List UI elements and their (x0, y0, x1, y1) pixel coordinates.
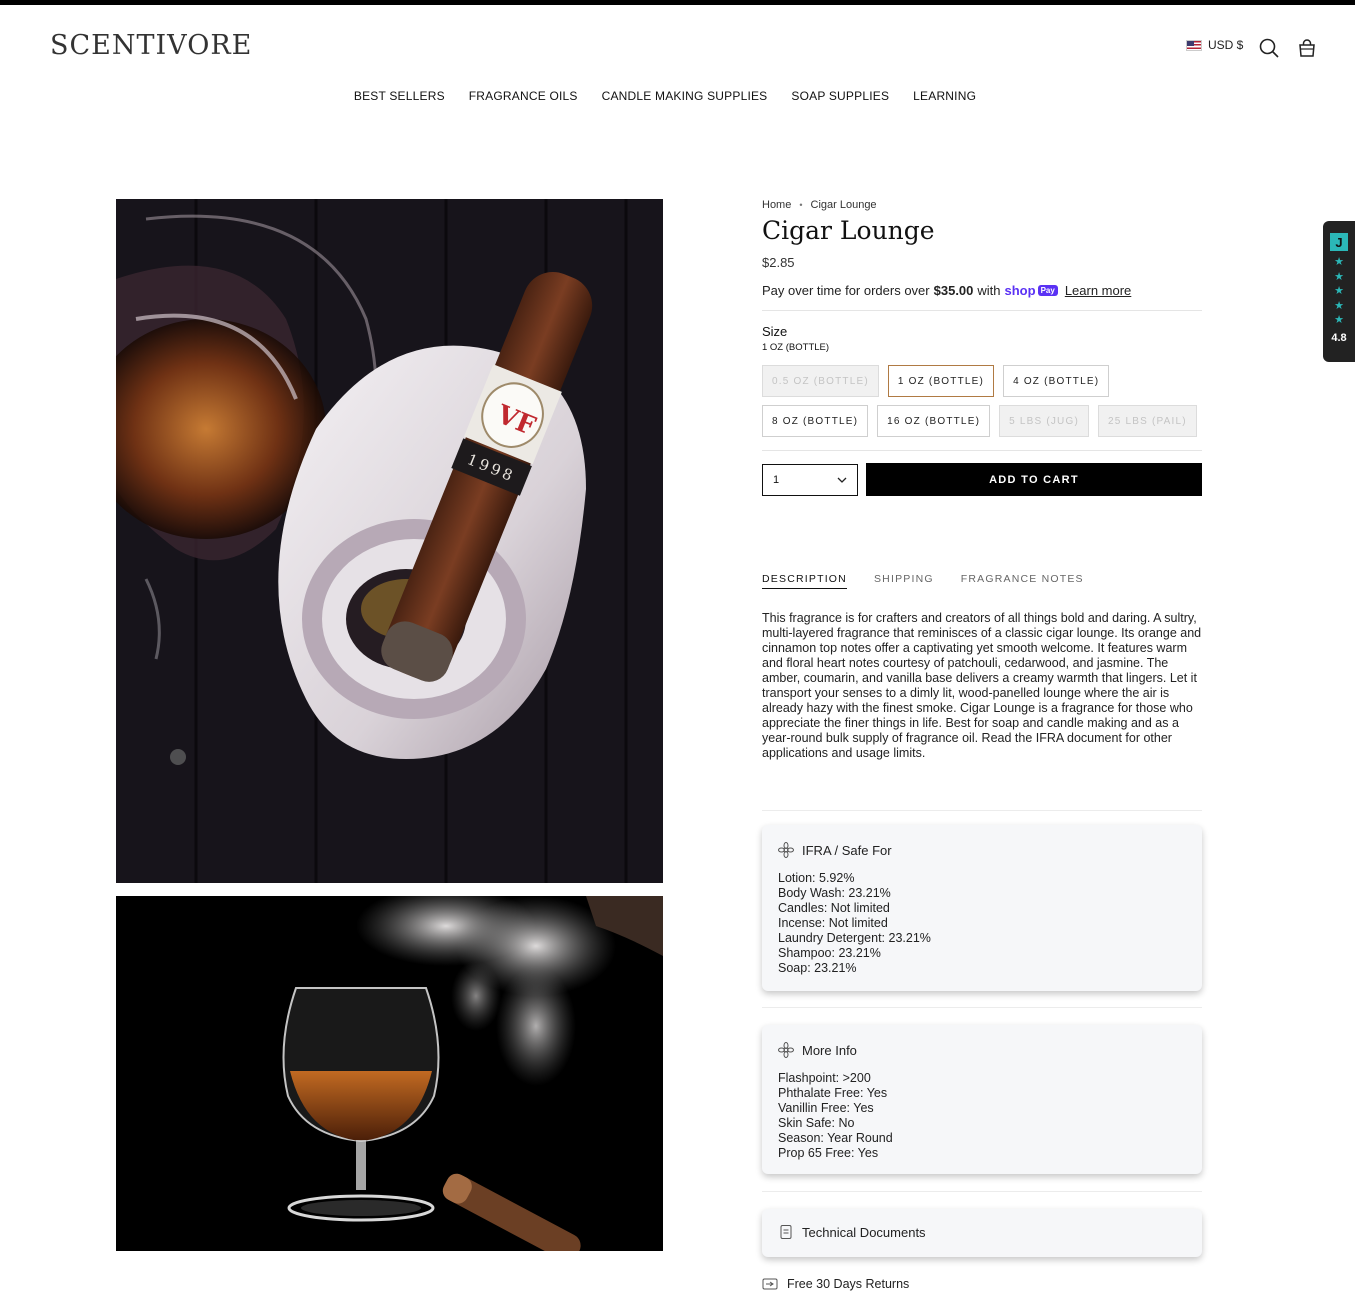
size-option-8-oz[interactable]: 8 OZ (BOTTLE) (762, 405, 869, 437)
star-icon: ★ (1334, 256, 1344, 268)
star-icon: ★ (1334, 285, 1344, 297)
size-option-5-lbs[interactable]: 5 LBS (JUG) (999, 405, 1089, 437)
more-info-line: Prop 65 Free: Yes (778, 1146, 879, 1160)
currency-selector[interactable]: USD $ (1186, 38, 1243, 52)
cigar-on-ashtray-photo: VF 1998 (116, 199, 663, 883)
return-box-icon (762, 1278, 778, 1290)
add-to-cart-button[interactable]: ADD TO CART (866, 463, 1202, 496)
nav-soap-supplies[interactable]: SOAP SUPPLIES (791, 89, 889, 103)
size-option-0-5-oz[interactable]: 0.5 OZ (BOTTLE) (762, 365, 879, 397)
shopping-bag-icon (1299, 39, 1315, 57)
returns-label: Free 30 Days Returns (787, 1277, 910, 1291)
ifra-line: Shampoo: 23.21% (778, 946, 881, 960)
flower-icon (778, 842, 794, 858)
more-info-line: Season: Year Round (778, 1131, 893, 1145)
judgeme-logo-icon: J (1330, 233, 1348, 251)
search-button[interactable] (1258, 37, 1280, 59)
more-info-line: Phthalate Free: Yes (778, 1086, 888, 1100)
more-info-line: Vanillin Free: Yes (778, 1101, 874, 1115)
product-title: Cigar Lounge (762, 216, 935, 245)
tab-fragrance-notes[interactable]: FRAGRANCE NOTES (961, 573, 1084, 589)
breadcrumb-current[interactable]: Cigar Lounge (811, 199, 877, 211)
more-info-card-title: More Info (802, 1042, 857, 1058)
product-tabs: DESCRIPTION SHIPPING FRAGRANCE NOTES (762, 573, 1084, 589)
us-flag-icon (1186, 39, 1202, 51)
size-option-4-oz[interactable]: 4 OZ (BOTTLE) (1003, 365, 1110, 397)
shoppay-logo: shop (1004, 283, 1036, 298)
brandy-glass-smoke-photo (116, 896, 663, 1251)
product-description: This fragrance is for crafters and creat… (762, 611, 1202, 760)
main-nav: BEST SELLERS FRAGRANCE OILS CANDLE MAKIN… (0, 89, 1355, 103)
divider (762, 810, 1202, 811)
divider (762, 1191, 1202, 1192)
shoppay-with: with (977, 283, 1001, 298)
quantity-select[interactable]: 1 (762, 463, 858, 496)
product-info: Home • Cigar Lounge Cigar Lounge $2.85 P… (762, 199, 1202, 496)
product-image-main[interactable]: VF 1998 (116, 199, 663, 883)
ifra-line: Body Wash: 23.21% (778, 886, 891, 900)
header-actions: USD $ (1186, 38, 1315, 58)
star-icon: ★ (1334, 270, 1344, 283)
shoppay-learn-more-link[interactable]: Learn more (1065, 283, 1131, 298)
divider (762, 450, 1202, 451)
search-icon (1259, 38, 1279, 58)
top-border (0, 0, 1355, 5)
flower-icon (778, 1042, 794, 1058)
star-icon: ★ (1334, 314, 1344, 326)
ifra-card-title: IFRA / Safe For (802, 842, 892, 858)
ifra-line: Incense: Not limited (778, 916, 888, 930)
ifra-line: Lotion: 5.92% (778, 871, 855, 885)
nav-candle-making-supplies[interactable]: CANDLE MAKING SUPPLIES (602, 89, 768, 103)
shoppay-amount: $35.00 (933, 283, 974, 298)
divider (762, 1007, 1202, 1008)
product-image-secondary[interactable] (116, 896, 663, 1251)
technical-documents-card[interactable]: Technical Documents (762, 1209, 1202, 1257)
nav-best-sellers[interactable]: BEST SELLERS (354, 89, 445, 103)
technical-documents-title: Technical Documents (802, 1224, 926, 1240)
star-icon: ★ (1334, 299, 1344, 312)
size-option-16-oz[interactable]: 16 OZ (BOTTLE) (877, 405, 991, 437)
size-options: 0.5 OZ (BOTTLE) 1 OZ (BOTTLE) 4 OZ (BOTT… (762, 365, 1202, 437)
divider (762, 310, 1202, 311)
reviews-widget-tab[interactable]: J ★ ★ ★ ★ ★ 4.8 (1323, 221, 1355, 362)
quantity-value: 1 (773, 473, 780, 486)
cart-row: 1 ADD TO CART (762, 463, 1202, 496)
ifra-line: Candles: Not limited (778, 901, 890, 915)
shoppay-prefix: Pay over time for orders over (762, 283, 930, 298)
cart-button[interactable] (1296, 37, 1318, 59)
returns-info: Free 30 Days Returns (762, 1277, 909, 1291)
shoppay-installments: Pay over time for orders over $35.00 wit… (762, 283, 1202, 298)
size-selected-value: 1 OZ (BOTTLE) (762, 342, 830, 353)
tab-description[interactable]: DESCRIPTION (762, 573, 847, 589)
nav-fragrance-oils[interactable]: FRAGRANCE OILS (469, 89, 578, 103)
breadcrumb: Home • Cigar Lounge (762, 199, 1202, 211)
ifra-card: IFRA / Safe For Lotion: 5.92% Body Wash:… (762, 825, 1202, 991)
currency-label: USD $ (1208, 38, 1244, 52)
breadcrumb-home[interactable]: Home (762, 199, 791, 211)
more-info-card: More Info Flashpoint: >200 Phthalate Fre… (762, 1025, 1202, 1174)
size-option-25-lbs[interactable]: 25 LBS (PAIL) (1098, 405, 1197, 437)
review-score: 4.8 (1331, 331, 1347, 344)
shoppay-badge: Pay (1037, 285, 1058, 296)
size-option-1-oz[interactable]: 1 OZ (BOTTLE) (887, 365, 995, 397)
tab-shipping[interactable]: SHIPPING (874, 573, 934, 589)
document-icon (780, 1225, 792, 1239)
product-price: $2.85 (762, 255, 795, 270)
nav-learning[interactable]: LEARNING (913, 89, 976, 103)
breadcrumb-separator: • (799, 200, 803, 210)
ifra-line: Soap: 23.21% (778, 961, 857, 975)
more-info-line: Flashpoint: >200 (778, 1071, 871, 1085)
brand-logo[interactable]: SCENTIVORE (50, 30, 252, 61)
chevron-down-icon (837, 477, 847, 483)
ifra-line: Laundry Detergent: 23.21% (778, 931, 931, 945)
more-info-line: Skin Safe: No (778, 1116, 855, 1130)
size-label: Size (762, 324, 788, 339)
